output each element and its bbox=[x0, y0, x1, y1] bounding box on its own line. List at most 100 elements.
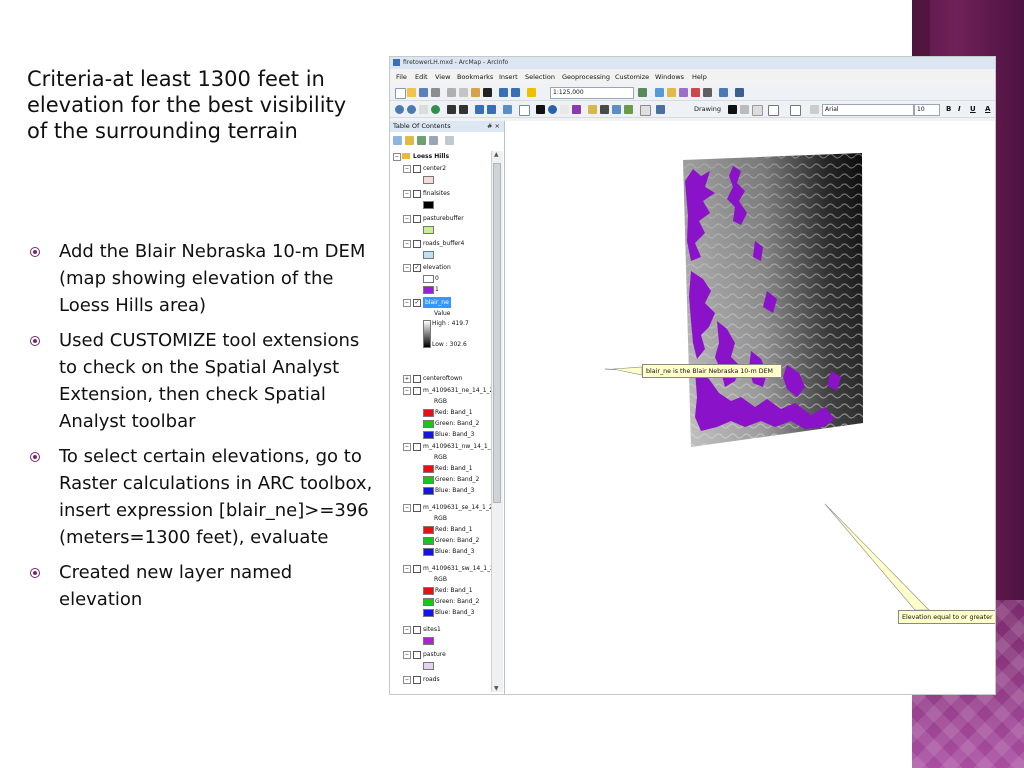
layer-visibility-checkbox[interactable] bbox=[413, 190, 421, 198]
layer-visibility-checkbox[interactable] bbox=[413, 387, 421, 395]
python-window-icon[interactable] bbox=[703, 88, 712, 97]
model-builder-icon[interactable] bbox=[719, 88, 728, 97]
font-name-dropdown[interactable]: Arial bbox=[822, 104, 914, 116]
cut-icon[interactable] bbox=[447, 88, 456, 97]
menu-help[interactable]: Help bbox=[692, 71, 707, 83]
print-icon[interactable] bbox=[431, 88, 440, 97]
clear-selection-icon[interactable] bbox=[519, 105, 530, 116]
forward-extent-icon[interactable] bbox=[487, 105, 496, 114]
layer-row-blair-ne[interactable]: − ✓ blair_ne bbox=[390, 297, 491, 308]
identify-icon[interactable] bbox=[548, 105, 557, 114]
text-draw-icon[interactable] bbox=[810, 105, 819, 114]
drawing-menu[interactable]: Drawing bbox=[694, 102, 721, 117]
layer-row-roads-buffer4[interactable]: − roads_buffer4 bbox=[390, 238, 491, 249]
find-icon[interactable] bbox=[600, 105, 609, 114]
menu-file[interactable]: File bbox=[396, 71, 407, 83]
list-by-source-icon[interactable] bbox=[405, 136, 414, 145]
layer-row-center2[interactable]: − center2 bbox=[390, 163, 491, 174]
menu-selection[interactable]: Selection bbox=[525, 71, 555, 83]
new-document-icon[interactable] bbox=[395, 88, 406, 99]
layer-visibility-checkbox[interactable] bbox=[413, 375, 421, 383]
italic-button[interactable]: I bbox=[958, 102, 961, 117]
collapse-icon[interactable]: − bbox=[403, 565, 411, 573]
toc-pin-close[interactable]: # × bbox=[487, 121, 500, 132]
layer-row-se[interactable]: − m_4109631_se_14_1_20 bbox=[390, 502, 496, 513]
layer-row-roads[interactable]: − roads bbox=[390, 674, 491, 685]
collapse-icon[interactable]: − bbox=[403, 264, 411, 272]
layer-visibility-checkbox[interactable] bbox=[413, 504, 421, 512]
collapse-icon[interactable]: − bbox=[403, 676, 411, 684]
menu-geoprocessing[interactable]: Geoprocessing bbox=[562, 71, 610, 83]
menu-bookmarks[interactable]: Bookmarks bbox=[457, 71, 493, 83]
open-folder-icon[interactable] bbox=[407, 88, 416, 97]
map-scale-dropdown[interactable]: 1:125,000 bbox=[550, 87, 634, 99]
toc-scrollbar[interactable]: ▲ ▼ bbox=[491, 151, 503, 692]
menu-windows[interactable]: Windows bbox=[655, 71, 684, 83]
layer-visibility-checkbox[interactable] bbox=[413, 240, 421, 248]
list-by-drawing-order-icon[interactable] bbox=[393, 136, 402, 145]
rectangle-draw-icon[interactable] bbox=[752, 105, 763, 116]
layer-visibility-checkbox[interactable]: ✓ bbox=[413, 299, 421, 307]
go-to-xy-icon[interactable] bbox=[624, 105, 633, 114]
collapse-icon[interactable]: − bbox=[403, 215, 411, 223]
layer-row-centeroftown[interactable]: + centeroftown bbox=[390, 373, 491, 384]
menu-insert[interactable]: Insert bbox=[499, 71, 518, 83]
menu-view[interactable]: View bbox=[435, 71, 450, 83]
font-size-dropdown[interactable]: 10 bbox=[914, 104, 940, 116]
shape-draw-icon[interactable] bbox=[768, 105, 779, 116]
callout-draw-icon[interactable] bbox=[790, 105, 801, 116]
save-icon[interactable] bbox=[419, 88, 428, 97]
layer-visibility-checkbox[interactable] bbox=[413, 165, 421, 173]
layer-visibility-checkbox[interactable] bbox=[413, 676, 421, 684]
layer-row-pasturebuffer[interactable]: − pasturebuffer bbox=[390, 213, 491, 224]
layer-row-sites1[interactable]: − sites1 bbox=[390, 624, 491, 635]
paste-icon[interactable] bbox=[471, 88, 480, 97]
hyperlink-icon[interactable] bbox=[560, 105, 569, 114]
font-color-button[interactable]: A bbox=[985, 102, 990, 117]
collapse-icon[interactable]: − bbox=[403, 504, 411, 512]
layer-row-pasture[interactable]: − pasture bbox=[390, 649, 491, 660]
collapse-icon[interactable]: − bbox=[403, 626, 411, 634]
scrollbar-thumb[interactable] bbox=[493, 163, 501, 503]
redo-icon[interactable] bbox=[511, 88, 520, 97]
layer-visibility-checkbox[interactable]: ✓ bbox=[413, 264, 421, 272]
html-popup-icon[interactable] bbox=[572, 105, 581, 114]
zoom-in-icon[interactable] bbox=[395, 105, 404, 114]
collapse-icon[interactable]: − bbox=[393, 153, 401, 161]
toc-options-icon[interactable] bbox=[445, 136, 454, 145]
arctoolbox-icon[interactable] bbox=[691, 88, 700, 97]
layer-row-sw[interactable]: − m_4109631_sw_14_1_2 bbox=[390, 563, 494, 574]
back-extent-icon[interactable] bbox=[475, 105, 484, 114]
whats-this-help-icon[interactable] bbox=[735, 88, 744, 97]
layer-visibility-checkbox[interactable] bbox=[413, 651, 421, 659]
list-by-visibility-icon[interactable] bbox=[417, 136, 426, 145]
draw-select-icon[interactable] bbox=[728, 105, 737, 114]
menu-edit[interactable]: Edit bbox=[415, 71, 428, 83]
toc-window-icon[interactable] bbox=[655, 88, 664, 97]
collapse-icon[interactable]: − bbox=[403, 443, 411, 451]
scroll-down-icon[interactable]: ▼ bbox=[494, 685, 499, 692]
zoom-out-icon[interactable] bbox=[407, 105, 416, 114]
select-elements-icon[interactable] bbox=[536, 105, 545, 114]
underline-button[interactable]: U bbox=[970, 102, 976, 117]
delete-icon[interactable] bbox=[483, 88, 492, 97]
collapse-icon[interactable]: − bbox=[403, 165, 411, 173]
collapse-icon[interactable]: − bbox=[403, 387, 411, 395]
measure-icon[interactable] bbox=[588, 105, 597, 114]
time-slider-icon[interactable] bbox=[640, 105, 651, 116]
full-extent-icon[interactable] bbox=[431, 105, 440, 114]
layer-row-ne[interactable]: − m_4109631_ne_14_1_20 bbox=[390, 385, 497, 396]
create-viewer-icon[interactable] bbox=[656, 105, 665, 114]
find-route-icon[interactable] bbox=[612, 105, 621, 114]
pan-icon[interactable] bbox=[419, 105, 428, 114]
add-data-icon[interactable] bbox=[527, 88, 536, 97]
fixed-zoom-out-icon[interactable] bbox=[459, 105, 468, 114]
rotate-icon[interactable] bbox=[740, 105, 749, 114]
undo-icon[interactable] bbox=[499, 88, 508, 97]
editor-toolbar-icon[interactable] bbox=[638, 88, 647, 97]
collapse-icon[interactable]: − bbox=[403, 651, 411, 659]
collapse-icon[interactable]: − bbox=[403, 190, 411, 198]
select-features-icon[interactable] bbox=[503, 105, 512, 114]
map-display[interactable]: blair_ne is the Blair Nebraska 10-m DEM … bbox=[505, 121, 995, 694]
scroll-up-icon[interactable]: ▲ bbox=[494, 151, 499, 158]
